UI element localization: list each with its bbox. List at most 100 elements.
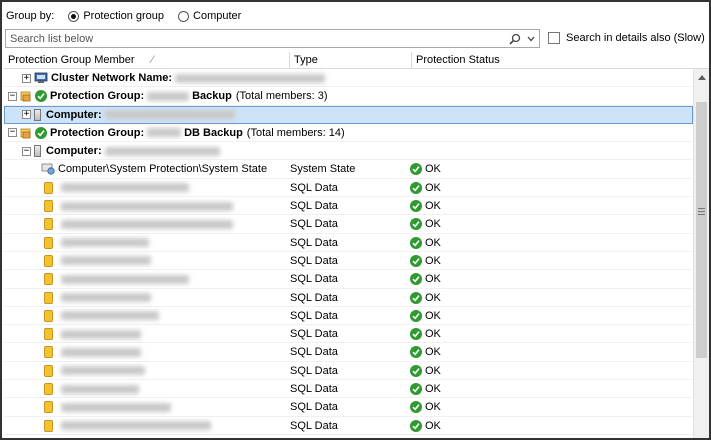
search-input[interactable] [6, 30, 507, 47]
redacted-database-name [61, 311, 159, 321]
protection-group-icon [20, 127, 32, 139]
ok-check-icon [410, 346, 422, 359]
ok-check-icon [410, 328, 422, 341]
protection-window: Group by: Protection group Computer Sear… [0, 0, 711, 440]
list-item-datasource[interactable]: SQL Data OK [4, 197, 693, 216]
datasource-type: SQL Data [290, 346, 338, 359]
database-icon [44, 419, 53, 432]
cluster-label: Cluster Network Name: [51, 72, 173, 84]
collapse-icon[interactable]: − [22, 146, 31, 156]
list-item-datasource[interactable]: SQL Data OK [4, 325, 693, 344]
datasource-type: SQL Data [290, 181, 338, 194]
list-item-datasource[interactable]: SQL Data OK [4, 270, 693, 289]
search-details-checkbox[interactable] [548, 32, 560, 44]
ok-check-icon [35, 90, 47, 103]
list-item-datasource[interactable]: SQL Data OK [4, 234, 693, 252]
protection-group-count: (Total members: 3) [235, 90, 328, 103]
protection-status: OK [425, 401, 441, 414]
ok-check-icon [410, 364, 422, 377]
protection-status: OK [425, 163, 441, 176]
protection-status: OK [425, 346, 441, 359]
ok-check-icon [410, 273, 422, 286]
expand-icon[interactable]: + [22, 110, 31, 120]
expand-icon[interactable]: + [22, 73, 31, 83]
list-item-datasource[interactable]: SQL Data OK [4, 289, 693, 307]
search-icon[interactable] [507, 30, 523, 47]
redacted-database-name [61, 329, 141, 339]
column-header-member[interactable]: Protection Group Member ⁄ [4, 52, 290, 69]
computer-label: Computer: [46, 108, 102, 121]
group-by-label: Group by: [6, 10, 55, 22]
list-item-datasource[interactable]: Computer\System Protection\System State … [4, 160, 693, 179]
redacted-database-name [61, 402, 171, 412]
list-item-datasource[interactable]: SQL Data OK [4, 179, 693, 198]
list-item-datasource[interactable]: SQL Data OK [4, 380, 693, 399]
column-header-status[interactable]: Protection Status [412, 52, 709, 69]
list-item-datasource[interactable]: SQL Data OK [4, 343, 693, 362]
database-icon [44, 236, 53, 249]
list-item-computer[interactable]: − Computer: [4, 142, 693, 161]
protection-status: OK [425, 200, 441, 213]
list-item-protection-group[interactable]: − Protection Group: Backup (Total member… [4, 87, 693, 106]
redacted-database-name [61, 384, 139, 394]
datasource-type: SQL Data [290, 273, 338, 286]
protection-status: OK [425, 364, 441, 377]
database-icon [44, 364, 53, 377]
collapse-icon[interactable]: − [8, 128, 17, 138]
list-item-datasource[interactable]: SQL Data OK [4, 252, 693, 271]
database-icon [44, 401, 53, 414]
protection-group-label: Protection Group: [50, 126, 145, 139]
ok-check-icon [410, 200, 422, 213]
list-item-datasource[interactable]: SQL Data OK [4, 307, 693, 326]
protection-status: OK [425, 254, 441, 267]
redacted-database-name [61, 293, 151, 303]
redacted-database-name [61, 219, 233, 229]
radio-dot[interactable] [178, 10, 190, 22]
radio-protection-group[interactable]: Protection group [68, 10, 164, 22]
search-details-label: Search in details also (Slow) [566, 32, 705, 44]
redacted-group-name [147, 128, 182, 138]
scroll-up-icon[interactable] [694, 69, 709, 85]
ok-check-icon [410, 181, 422, 194]
collapse-icon[interactable]: − [8, 91, 17, 101]
ok-check-icon [410, 218, 422, 231]
radio-protection-group-label: Protection group [83, 10, 165, 22]
list-item-datasource[interactable]: SQL Data OK [4, 398, 693, 417]
radio-computer[interactable]: Computer [178, 10, 241, 22]
list-item-datasource[interactable]: SQL Data OK [4, 215, 693, 234]
list-item-datasource[interactable]: SQL Data OK [4, 362, 693, 381]
list-item-computer-selected[interactable]: + Computer: [4, 105, 693, 124]
ok-check-icon [410, 309, 422, 322]
computer-icon [34, 108, 41, 121]
list-item-datasource[interactable]: SQL Data OK [4, 417, 693, 435]
protection-group-icon [20, 90, 32, 102]
member-list: + Cluster Network Name: − Protection Gro… [4, 69, 693, 438]
redacted-database-name [61, 421, 211, 431]
database-icon [44, 181, 53, 194]
ok-check-icon [410, 401, 422, 414]
protection-status: OK [425, 273, 441, 286]
datasource-type: SQL Data [290, 309, 338, 322]
datasource-path: Computer\System Protection\System State [58, 163, 268, 176]
scroll-thumb[interactable] [696, 102, 707, 358]
protection-group-name-suffix: Backup [192, 90, 232, 103]
search-details-option[interactable]: Search in details also (Slow) [548, 32, 705, 44]
chevron-down-icon[interactable] [523, 30, 539, 47]
vertical-scrollbar[interactable] [693, 69, 709, 438]
protection-group-name-suffix: DB Backup [184, 126, 243, 139]
column-header-type[interactable]: Type [290, 52, 412, 69]
datasource-type: SQL Data [290, 383, 338, 396]
ok-check-icon [410, 254, 422, 267]
redacted-cluster-name [175, 73, 326, 83]
computer-label: Computer: [46, 145, 102, 158]
redacted-database-name [61, 201, 233, 211]
list-item-cluster[interactable]: + Cluster Network Name: [4, 69, 693, 88]
list-item-protection-group[interactable]: − Protection Group: DB Backup (Total mem… [4, 124, 693, 143]
protection-group-count: (Total members: 14) [246, 126, 345, 139]
redacted-database-name [61, 274, 189, 284]
datasource-type: SQL Data [290, 364, 338, 377]
radio-dot-selected[interactable] [68, 10, 80, 22]
cluster-icon [34, 72, 48, 84]
redacted-computer-name [104, 110, 235, 120]
database-icon [44, 200, 53, 213]
